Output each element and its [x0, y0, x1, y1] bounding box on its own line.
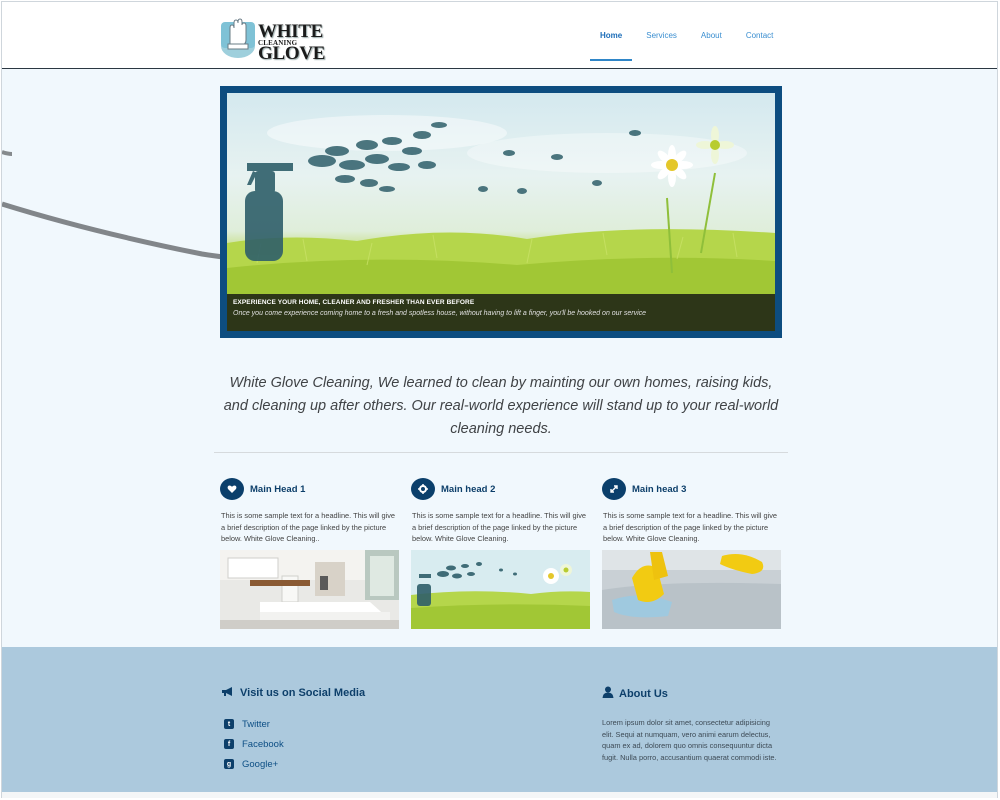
feature-text: This is some sample text for a headline.… [412, 511, 587, 543]
feature-title[interactable]: Main head 2 [441, 484, 495, 495]
twitter-icon: t [224, 719, 234, 729]
social-link-google-plus[interactable]: g Google+ [221, 754, 365, 774]
social-link-label: Google+ [242, 758, 279, 770]
hero-slide: EXPERIENCE YOUR HOME, CLEANER AND FRESHE… [227, 93, 775, 331]
google-plus-icon: g [224, 759, 234, 769]
footer-bottom-bar [2, 792, 997, 798]
megaphone-icon [221, 686, 235, 700]
feature-title[interactable]: Main head 3 [632, 484, 686, 495]
nav-services[interactable]: Services [634, 2, 689, 68]
feature-text: This is some sample text for a headline.… [603, 511, 778, 543]
social-heading: Visit us on Social Media [221, 686, 365, 700]
glove-logo-icon [221, 18, 255, 58]
main-nav: Home Services About Contact [588, 2, 785, 68]
about-section: About Us Lorem ipsum dolor sit amet, con… [602, 686, 782, 763]
feature-head: Main Head 1 [220, 478, 400, 500]
about-heading: About Us [602, 686, 782, 701]
heart-icon [220, 478, 244, 500]
nav-contact[interactable]: Contact [734, 2, 786, 68]
hero-slider[interactable]: EXPERIENCE YOUR HOME, CLEANER AND FRESHE… [220, 86, 782, 338]
page: WHITE GLOVE CLEANING Home Services About… [1, 1, 998, 798]
nav-about[interactable]: About [689, 2, 734, 68]
feature-image-living-room[interactable] [220, 550, 399, 629]
feature-1: Main Head 1 This is some sample text for… [220, 478, 400, 629]
social-section: Visit us on Social Media t Twitter f Fac… [221, 686, 365, 774]
feature-2: Main head 2 This is some sample text for… [411, 478, 591, 629]
social-link-label: Facebook [242, 738, 284, 750]
feature-title[interactable]: Main Head 1 [250, 484, 305, 495]
social-link-twitter[interactable]: t Twitter [221, 714, 365, 734]
site-logo[interactable]: WHITE GLOVE CLEANING [218, 14, 378, 64]
divider [214, 452, 788, 453]
nav-home[interactable]: Home [588, 2, 634, 68]
hero-caption: EXPERIENCE YOUR HOME, CLEANER AND FRESHE… [227, 294, 775, 331]
intro-text: White Glove Cleaning, We learned to clea… [223, 375, 779, 437]
facebook-icon: f [224, 739, 234, 749]
hero-caption-title: EXPERIENCE YOUR HOME, CLEANER AND FRESHE… [233, 299, 475, 306]
user-icon [602, 686, 614, 701]
logo-subtitle: CLEANING [258, 39, 298, 47]
hero-caption-text: Once you come experience coming home to … [233, 310, 647, 317]
expand-icon [602, 478, 626, 500]
site-footer: Visit us on Social Media t Twitter f Fac… [2, 647, 997, 792]
social-link-facebook[interactable]: f Facebook [221, 734, 365, 754]
site-header: WHITE GLOVE CLEANING Home Services About… [2, 2, 997, 69]
feature-text: This is some sample text for a headline.… [221, 511, 396, 543]
about-heading-text: About Us [619, 687, 668, 700]
social-heading-text: Visit us on Social Media [240, 687, 366, 699]
feature-head: Main head 3 [602, 478, 782, 500]
feature-3: Main head 3 This is some sample text for… [602, 478, 782, 629]
about-text: Lorem ipsum dolor sit amet, consectetur … [602, 718, 777, 762]
feature-image-gloves-cleaning[interactable] [602, 550, 781, 629]
gear-icon [411, 478, 435, 500]
feature-head: Main head 2 [411, 478, 591, 500]
social-list: t Twitter f Facebook g Google+ [221, 714, 365, 774]
social-link-label: Twitter [242, 718, 270, 730]
feature-image-spray-meadow[interactable] [411, 550, 590, 629]
